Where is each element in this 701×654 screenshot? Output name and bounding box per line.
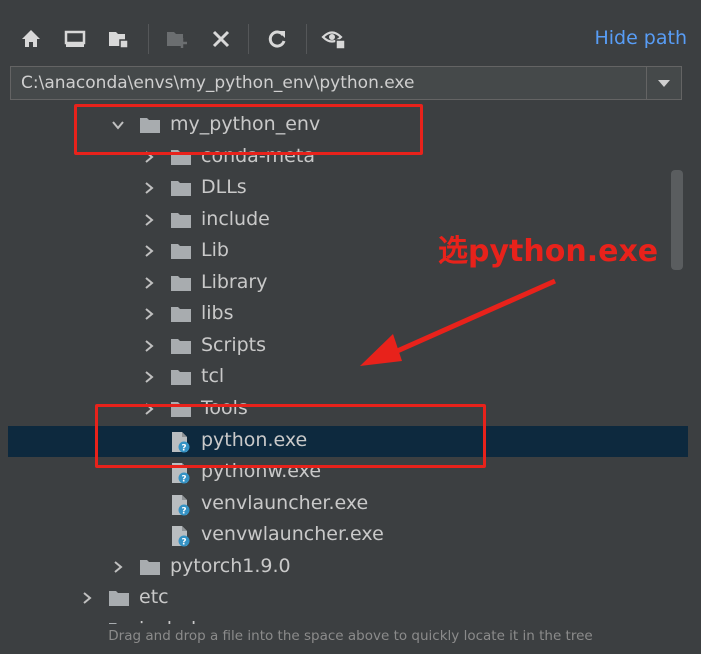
annotation-arrow [360, 278, 557, 366]
